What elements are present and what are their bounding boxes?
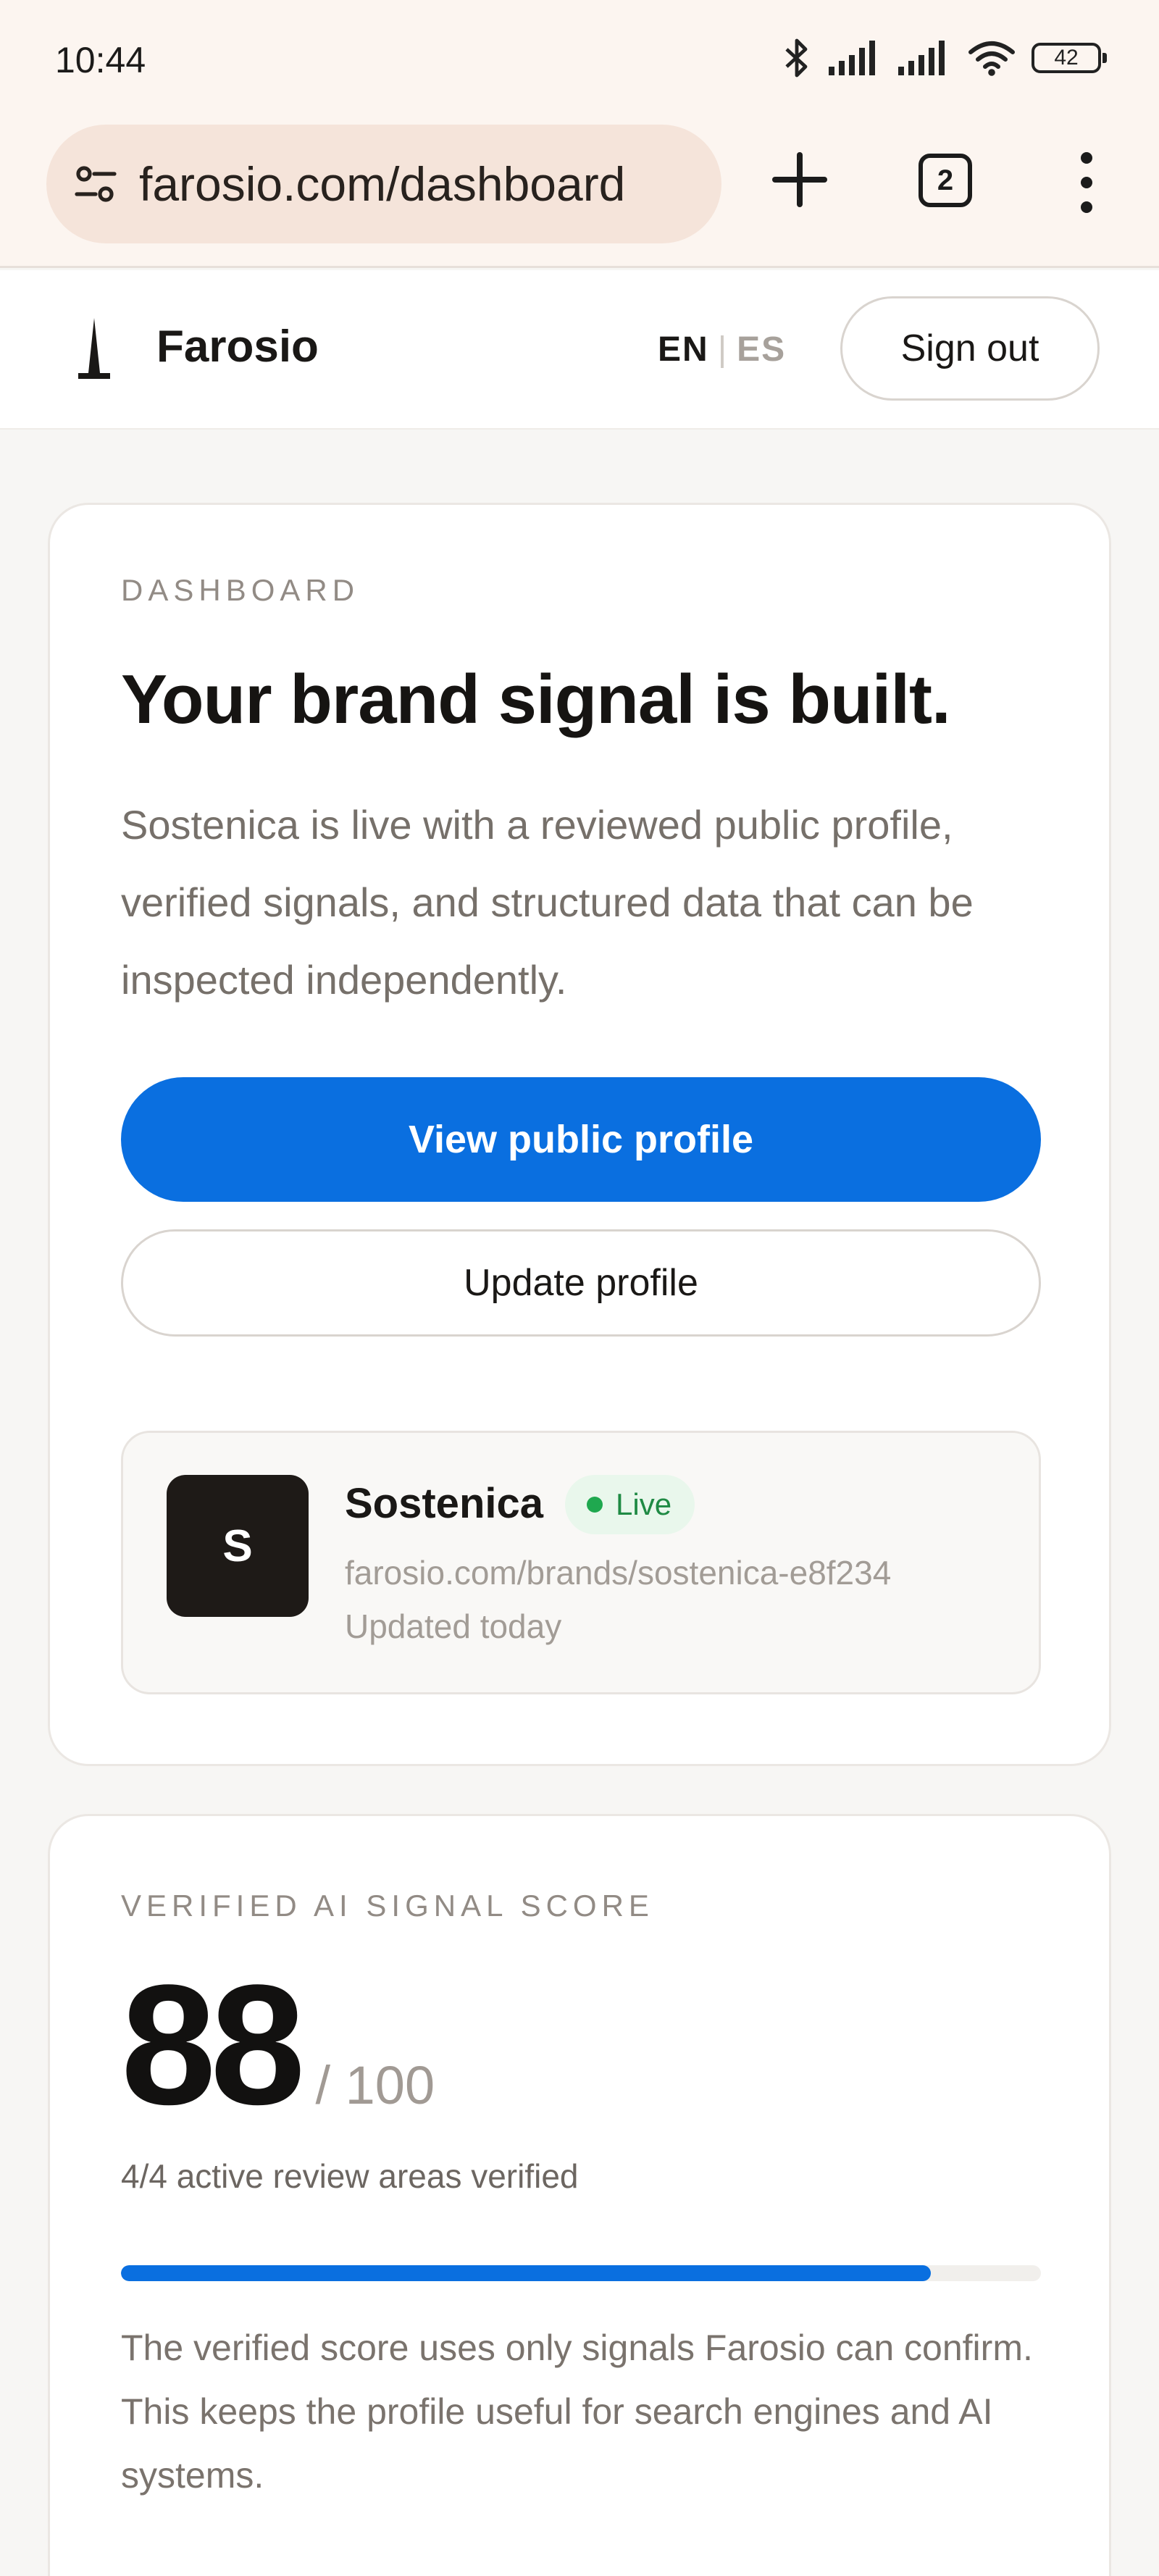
status-time: 10:44: [55, 40, 146, 80]
score-max: / 100: [315, 2055, 435, 2115]
view-public-profile-button[interactable]: View public profile: [121, 1077, 1041, 1202]
language-switcher: EN | ES: [658, 330, 786, 369]
status-badge-label: Live: [616, 1487, 672, 1521]
brand-avatar: S: [167, 1475, 309, 1617]
wifi-icon: [968, 41, 1015, 76]
score-eyebrow: VERIFIED AI SIGNAL SCORE: [121, 1889, 654, 1923]
bluetooth-icon: [785, 38, 808, 78]
browser-toolbar: farosio.com/dashboard 2: [0, 116, 1159, 268]
page-title: Your brand signal is built.: [121, 661, 951, 738]
brand-updated-text: Updated today: [345, 1607, 562, 1645]
address-bar[interactable]: farosio.com/dashboard: [46, 125, 721, 243]
live-dot-icon: [587, 1497, 603, 1513]
brand-name[interactable]: Farosio: [156, 321, 319, 372]
site-header: Farosio EN | ES Sign out: [0, 270, 1159, 430]
tabs-icon[interactable]: 2: [919, 154, 972, 207]
lang-es[interactable]: ES: [737, 330, 786, 369]
update-profile-button[interactable]: Update profile: [121, 1229, 1041, 1337]
lang-separator: |: [717, 330, 729, 369]
brand-summary-card[interactable]: S Sostenica Live farosio.com/brands/sost…: [121, 1431, 1041, 1694]
battery-level: 42: [1054, 46, 1079, 70]
status-bar: 10:44 42: [0, 0, 1159, 116]
sign-out-button[interactable]: Sign out: [840, 296, 1100, 401]
brand-profile-url[interactable]: farosio.com/brands/sostenica-e8f234: [345, 1553, 891, 1592]
dashboard-card: DASHBOARD Your brand signal is built. So…: [48, 503, 1111, 1766]
url-text[interactable]: farosio.com/dashboard: [139, 156, 625, 212]
status-icons: 42: [781, 35, 1107, 81]
review-areas-text: 4/4 active review areas verified: [121, 2157, 579, 2195]
score-progress-fill: [121, 2265, 931, 2281]
score-progress-bar: [121, 2265, 1041, 2281]
score-display: 88 / 100: [121, 1960, 435, 2130]
signal-icon: [829, 41, 875, 75]
site-settings-icon[interactable]: [72, 161, 119, 207]
lang-en[interactable]: EN: [658, 330, 709, 369]
dashboard-description: Sostenica is live with a reviewed public…: [121, 802, 974, 1003]
dashboard-eyebrow: DASHBOARD: [121, 573, 360, 607]
brand-card-name: Sostenica: [345, 1480, 543, 1527]
tab-count: 2: [937, 164, 954, 196]
score-description: The verified score uses only signals Far…: [121, 2328, 1033, 2496]
status-badge: Live: [565, 1475, 695, 1534]
signal-score-card: VERIFIED AI SIGNAL SCORE 88 / 100 4/4 ac…: [48, 1814, 1111, 2576]
lighthouse-logo-icon[interactable]: [72, 318, 116, 383]
signal-icon: [898, 41, 945, 75]
battery-icon: 42: [1032, 43, 1107, 73]
more-menu-icon[interactable]: [1069, 148, 1104, 217]
score-value: 88: [121, 1949, 305, 2141]
new-tab-icon[interactable]: [769, 149, 830, 210]
